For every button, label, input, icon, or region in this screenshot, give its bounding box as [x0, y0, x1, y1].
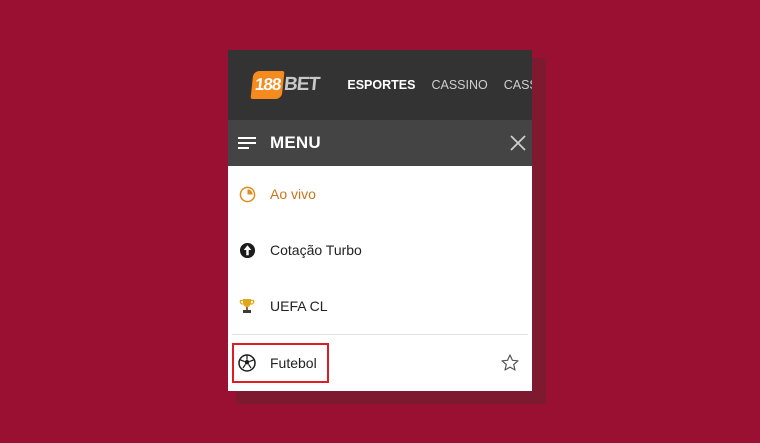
- menu-item-label: UEFA CL: [270, 298, 328, 314]
- menu-item-label: Ao vivo: [270, 186, 316, 202]
- nav-cassino-2[interactable]: CASSINO: [504, 78, 532, 92]
- logo-badge: 188: [250, 71, 285, 99]
- close-icon[interactable]: [508, 133, 528, 153]
- highlight-box: [232, 343, 329, 383]
- logo-text: BET: [283, 74, 321, 95]
- menu-item-label: Cotação Turbo: [270, 242, 362, 258]
- top-bar: 188 BET ESPORTES CASSINO CASSINO: [228, 50, 532, 120]
- menu-item-uefa-cl[interactable]: UEFA CL: [228, 278, 532, 334]
- menu-item-cotacao-turbo[interactable]: Cotação Turbo: [228, 222, 532, 278]
- menu-title: MENU: [270, 133, 321, 152]
- star-outline-icon[interactable]: [500, 353, 520, 373]
- menu-item-ao-vivo[interactable]: Ao vivo: [228, 166, 532, 222]
- favorite-item-futebol[interactable]: Futebol: [228, 335, 532, 391]
- nav-cassino[interactable]: CASSINO: [431, 78, 487, 92]
- live-clock-icon: [238, 185, 256, 203]
- brand-logo[interactable]: 188 BET: [250, 68, 321, 102]
- hamburger-icon[interactable]: [238, 137, 256, 149]
- turbo-arrow-icon: [238, 241, 256, 259]
- menu-header: MENU: [228, 120, 532, 166]
- trophy-icon: [238, 297, 256, 315]
- nav-esportes[interactable]: ESPORTES: [347, 78, 415, 92]
- menu-panel: 188 BET ESPORTES CASSINO CASSINO MENU Ao…: [228, 50, 532, 391]
